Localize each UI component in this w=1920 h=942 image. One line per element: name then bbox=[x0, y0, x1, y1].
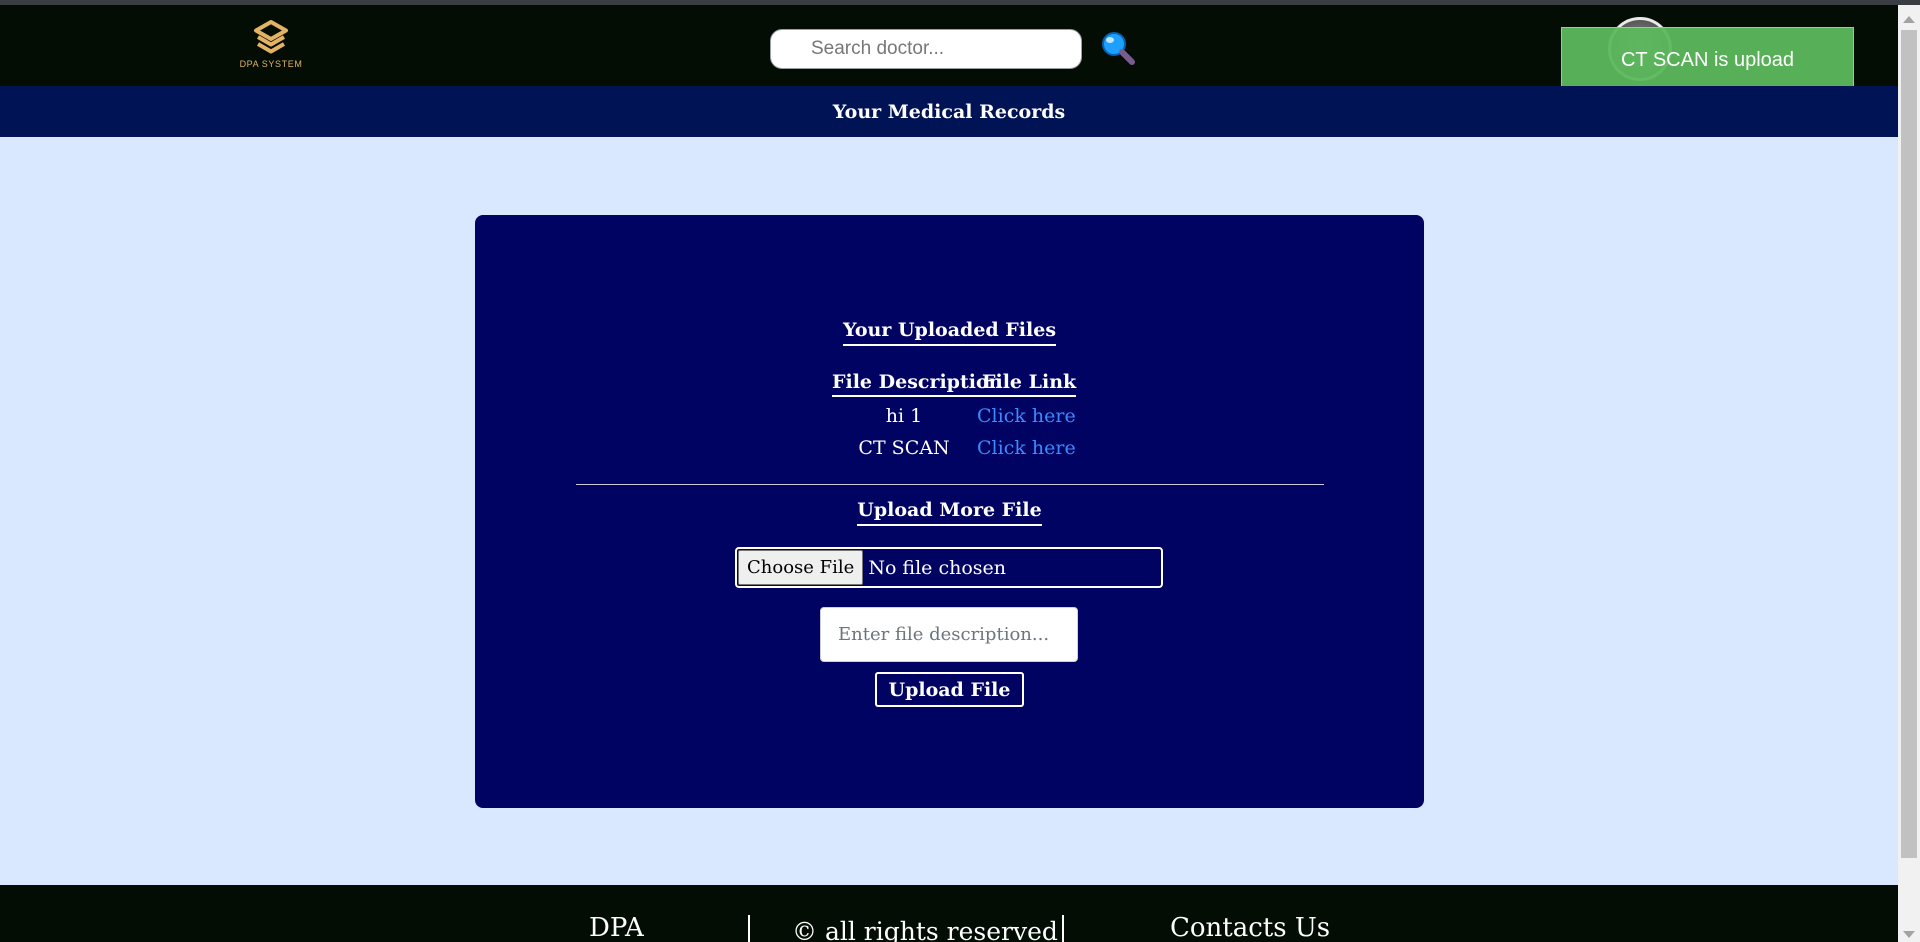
magnifier-icon bbox=[1102, 32, 1135, 65]
upload-notification-toast: CT SCAN is upload bbox=[1561, 27, 1854, 93]
upload-file-button[interactable]: Upload File bbox=[875, 672, 1024, 707]
file-description-input[interactable] bbox=[820, 607, 1078, 662]
sub-navbar: Your Medical Records bbox=[0, 86, 1898, 137]
search-button[interactable] bbox=[1099, 29, 1137, 69]
medical-records-panel: Your Uploaded Files File Description Fil… bbox=[475, 215, 1424, 808]
file-link[interactable]: Click here bbox=[977, 405, 1076, 427]
scroll-down-arrow-icon[interactable] bbox=[1903, 931, 1915, 938]
file-description-cell: hi 1 bbox=[885, 405, 923, 427]
footer-separator bbox=[748, 915, 750, 942]
logo-text: DPA SYSTEM bbox=[239, 59, 303, 69]
file-status-text: No file chosen bbox=[868, 556, 1006, 579]
scrollbar-thumb[interactable] bbox=[1901, 30, 1917, 858]
vertical-scrollbar[interactable] bbox=[1898, 5, 1920, 942]
column-header-link: File Link bbox=[982, 371, 1077, 397]
choose-file-button[interactable]: Choose File bbox=[738, 550, 864, 585]
logo[interactable]: DPA SYSTEM bbox=[236, 20, 306, 80]
scroll-up-arrow-icon[interactable] bbox=[1903, 16, 1915, 23]
footer-rights: © all rights reserved bbox=[792, 917, 1058, 942]
footer: DPA © all rights reserved Contacts Us bbox=[0, 885, 1898, 942]
dpa-logo-icon bbox=[254, 20, 288, 54]
footer-brand: DPA bbox=[589, 913, 644, 942]
footer-separator bbox=[1062, 915, 1064, 942]
file-description-cell: CT SCAN bbox=[858, 437, 950, 459]
uploaded-files-heading: Your Uploaded Files bbox=[475, 319, 1424, 346]
toast-message: CT SCAN is upload bbox=[1620, 48, 1795, 71]
section-divider bbox=[576, 484, 1324, 485]
upload-more-heading: Upload More File bbox=[475, 499, 1424, 526]
file-link[interactable]: Click here bbox=[977, 437, 1076, 459]
column-header-description: File Description bbox=[832, 371, 1003, 397]
search-doctor-input[interactable] bbox=[770, 29, 1082, 69]
footer-contacts[interactable]: Contacts Us bbox=[1170, 913, 1330, 942]
nav-medical-records[interactable]: Your Medical Records bbox=[833, 101, 1065, 123]
file-picker[interactable]: Choose File No file chosen bbox=[735, 547, 1163, 588]
